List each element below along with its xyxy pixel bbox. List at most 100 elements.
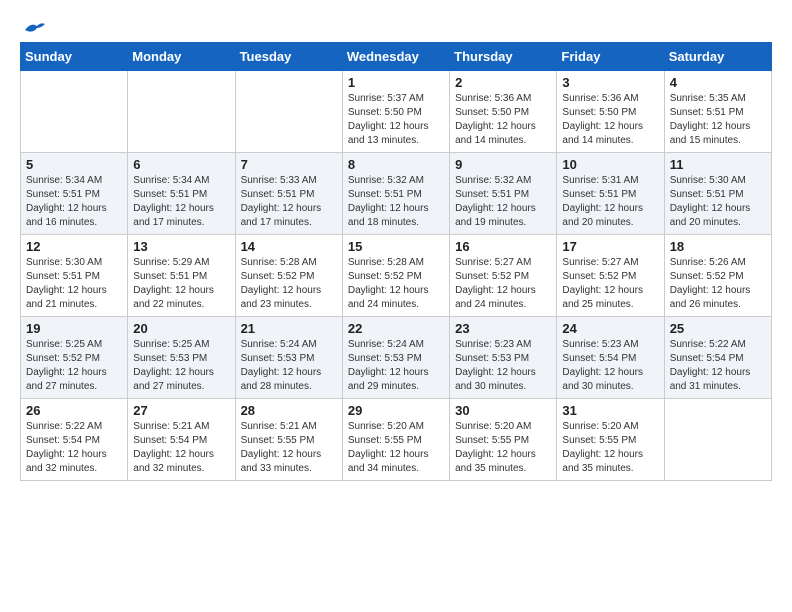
day-info: Sunrise: 5:37 AMSunset: 5:50 PMDaylight:… xyxy=(348,92,444,148)
calendar-cell xyxy=(128,71,235,153)
day-info: Sunrise: 5:29 AMSunset: 5:51 PMDaylight:… xyxy=(133,256,229,312)
calendar-cell xyxy=(21,71,128,153)
calendar-week-row: 1 Sunrise: 5:37 AMSunset: 5:50 PMDaylight… xyxy=(21,71,772,153)
day-info: Sunrise: 5:32 AMSunset: 5:51 PMDaylight:… xyxy=(455,174,551,230)
calendar-cell: 13 Sunrise: 5:29 AMSunset: 5:51 PMDayligh… xyxy=(128,235,235,317)
calendar-header-row: SundayMondayTuesdayWednesdayThursdayFrid… xyxy=(21,43,772,71)
calendar-week-row: 19Sunrise: 5:25 AMSunset: 5:52 PMDayligh… xyxy=(21,317,772,399)
calendar-cell: 11 Sunrise: 5:30 AMSunset: 5:51 PMDayligh… xyxy=(664,153,771,235)
day-number: 24 xyxy=(562,321,658,336)
day-number: 8 xyxy=(348,157,444,172)
day-of-week-header: Friday xyxy=(557,43,664,71)
day-info: Sunrise: 5:28 AMSunset: 5:52 PMDaylight:… xyxy=(348,256,444,312)
day-number: 19 xyxy=(26,321,122,336)
day-info: Sunrise: 5:32 AMSunset: 5:51 PMDaylight:… xyxy=(348,174,444,230)
calendar-cell: 15 Sunrise: 5:28 AMSunset: 5:52 PMDayligh… xyxy=(342,235,449,317)
day-number: 29 xyxy=(348,403,444,418)
calendar-week-row: 12Sunrise: 5:30 AMSunset: 5:51 PMDayligh… xyxy=(21,235,772,317)
calendar-cell: 18 Sunrise: 5:26 AMSunset: 5:52 PMDayligh… xyxy=(664,235,771,317)
calendar-cell: 31Sunrise: 5:20 AMSunset: 5:55 PMDayligh… xyxy=(557,399,664,481)
day-number: 5 xyxy=(26,157,122,172)
day-info: Sunrise: 5:27 AMSunset: 5:52 PMDaylight:… xyxy=(455,256,551,312)
logo-bird-icon xyxy=(23,20,45,38)
day-info: Sunrise: 5:30 AMSunset: 5:51 PMDaylight:… xyxy=(26,256,122,312)
day-number: 27 xyxy=(133,403,229,418)
day-info: Sunrise: 5:22 AMSunset: 5:54 PMDaylight:… xyxy=(26,420,122,476)
day-number: 15 xyxy=(348,239,444,254)
calendar-cell: 9 Sunrise: 5:32 AMSunset: 5:51 PMDaylight… xyxy=(450,153,557,235)
calendar-cell xyxy=(235,71,342,153)
day-info: Sunrise: 5:23 AMSunset: 5:53 PMDaylight:… xyxy=(455,338,551,394)
day-info: Sunrise: 5:20 AMSunset: 5:55 PMDaylight:… xyxy=(562,420,658,476)
calendar-cell: 12Sunrise: 5:30 AMSunset: 5:51 PMDayligh… xyxy=(21,235,128,317)
day-info: Sunrise: 5:21 AMSunset: 5:54 PMDaylight:… xyxy=(133,420,229,476)
day-number: 11 xyxy=(670,157,766,172)
calendar-cell: 23 Sunrise: 5:23 AMSunset: 5:53 PMDayligh… xyxy=(450,317,557,399)
day-info: Sunrise: 5:36 AMSunset: 5:50 PMDaylight:… xyxy=(455,92,551,148)
day-info: Sunrise: 5:25 AMSunset: 5:53 PMDaylight:… xyxy=(133,338,229,394)
calendar-cell: 29 Sunrise: 5:20 AMSunset: 5:55 PMDayligh… xyxy=(342,399,449,481)
calendar-cell: 19Sunrise: 5:25 AMSunset: 5:52 PMDayligh… xyxy=(21,317,128,399)
calendar-cell: 17 Sunrise: 5:27 AMSunset: 5:52 PMDayligh… xyxy=(557,235,664,317)
day-number: 17 xyxy=(562,239,658,254)
day-info: Sunrise: 5:30 AMSunset: 5:51 PMDaylight:… xyxy=(670,174,766,230)
calendar-cell: 1 Sunrise: 5:37 AMSunset: 5:50 PMDaylight… xyxy=(342,71,449,153)
calendar-cell: 24 Sunrise: 5:23 AMSunset: 5:54 PMDayligh… xyxy=(557,317,664,399)
calendar-cell: 10Sunrise: 5:31 AMSunset: 5:51 PMDayligh… xyxy=(557,153,664,235)
day-number: 6 xyxy=(133,157,229,172)
day-info: Sunrise: 5:24 AMSunset: 5:53 PMDaylight:… xyxy=(348,338,444,394)
day-number: 26 xyxy=(26,403,122,418)
calendar-cell: 2 Sunrise: 5:36 AMSunset: 5:50 PMDaylight… xyxy=(450,71,557,153)
day-info: Sunrise: 5:20 AMSunset: 5:55 PMDaylight:… xyxy=(348,420,444,476)
day-number: 22 xyxy=(348,321,444,336)
day-of-week-header: Sunday xyxy=(21,43,128,71)
calendar-week-row: 5 Sunrise: 5:34 AMSunset: 5:51 PMDaylight… xyxy=(21,153,772,235)
calendar-cell: 21Sunrise: 5:24 AMSunset: 5:53 PMDayligh… xyxy=(235,317,342,399)
day-number: 23 xyxy=(455,321,551,336)
day-number: 2 xyxy=(455,75,551,90)
day-info: Sunrise: 5:23 AMSunset: 5:54 PMDaylight:… xyxy=(562,338,658,394)
calendar-cell: 22 Sunrise: 5:24 AMSunset: 5:53 PMDayligh… xyxy=(342,317,449,399)
day-info: Sunrise: 5:26 AMSunset: 5:52 PMDaylight:… xyxy=(670,256,766,312)
calendar-cell: 28Sunrise: 5:21 AMSunset: 5:55 PMDayligh… xyxy=(235,399,342,481)
calendar-week-row: 26 Sunrise: 5:22 AMSunset: 5:54 PMDayligh… xyxy=(21,399,772,481)
day-of-week-header: Wednesday xyxy=(342,43,449,71)
day-number: 21 xyxy=(241,321,337,336)
day-info: Sunrise: 5:36 AMSunset: 5:50 PMDaylight:… xyxy=(562,92,658,148)
calendar-cell: 8 Sunrise: 5:32 AMSunset: 5:51 PMDaylight… xyxy=(342,153,449,235)
day-number: 4 xyxy=(670,75,766,90)
calendar-cell: 6Sunrise: 5:34 AMSunset: 5:51 PMDaylight… xyxy=(128,153,235,235)
day-number: 25 xyxy=(670,321,766,336)
day-info: Sunrise: 5:20 AMSunset: 5:55 PMDaylight:… xyxy=(455,420,551,476)
day-number: 13 xyxy=(133,239,229,254)
header xyxy=(20,20,772,32)
calendar-cell: 25 Sunrise: 5:22 AMSunset: 5:54 PMDayligh… xyxy=(664,317,771,399)
day-number: 30 xyxy=(455,403,551,418)
day-info: Sunrise: 5:35 AMSunset: 5:51 PMDaylight:… xyxy=(670,92,766,148)
day-info: Sunrise: 5:34 AMSunset: 5:51 PMDaylight:… xyxy=(26,174,122,230)
calendar-cell: 3Sunrise: 5:36 AMSunset: 5:50 PMDaylight… xyxy=(557,71,664,153)
calendar-cell: 16 Sunrise: 5:27 AMSunset: 5:52 PMDayligh… xyxy=(450,235,557,317)
day-of-week-header: Saturday xyxy=(664,43,771,71)
day-number: 9 xyxy=(455,157,551,172)
day-number: 16 xyxy=(455,239,551,254)
calendar-cell: 20Sunrise: 5:25 AMSunset: 5:53 PMDayligh… xyxy=(128,317,235,399)
day-info: Sunrise: 5:27 AMSunset: 5:52 PMDaylight:… xyxy=(562,256,658,312)
day-of-week-header: Thursday xyxy=(450,43,557,71)
calendar-cell: 4 Sunrise: 5:35 AMSunset: 5:51 PMDaylight… xyxy=(664,71,771,153)
day-of-week-header: Tuesday xyxy=(235,43,342,71)
day-number: 1 xyxy=(348,75,444,90)
day-number: 18 xyxy=(670,239,766,254)
day-info: Sunrise: 5:28 AMSunset: 5:52 PMDaylight:… xyxy=(241,256,337,312)
day-info: Sunrise: 5:21 AMSunset: 5:55 PMDaylight:… xyxy=(241,420,337,476)
calendar-cell xyxy=(664,399,771,481)
day-info: Sunrise: 5:22 AMSunset: 5:54 PMDaylight:… xyxy=(670,338,766,394)
day-number: 14 xyxy=(241,239,337,254)
day-of-week-header: Monday xyxy=(128,43,235,71)
calendar-cell: 5 Sunrise: 5:34 AMSunset: 5:51 PMDaylight… xyxy=(21,153,128,235)
calendar-table: SundayMondayTuesdayWednesdayThursdayFrid… xyxy=(20,42,772,481)
logo xyxy=(20,20,46,32)
calendar-cell: 30 Sunrise: 5:20 AMSunset: 5:55 PMDayligh… xyxy=(450,399,557,481)
day-info: Sunrise: 5:31 AMSunset: 5:51 PMDaylight:… xyxy=(562,174,658,230)
day-number: 7 xyxy=(241,157,337,172)
